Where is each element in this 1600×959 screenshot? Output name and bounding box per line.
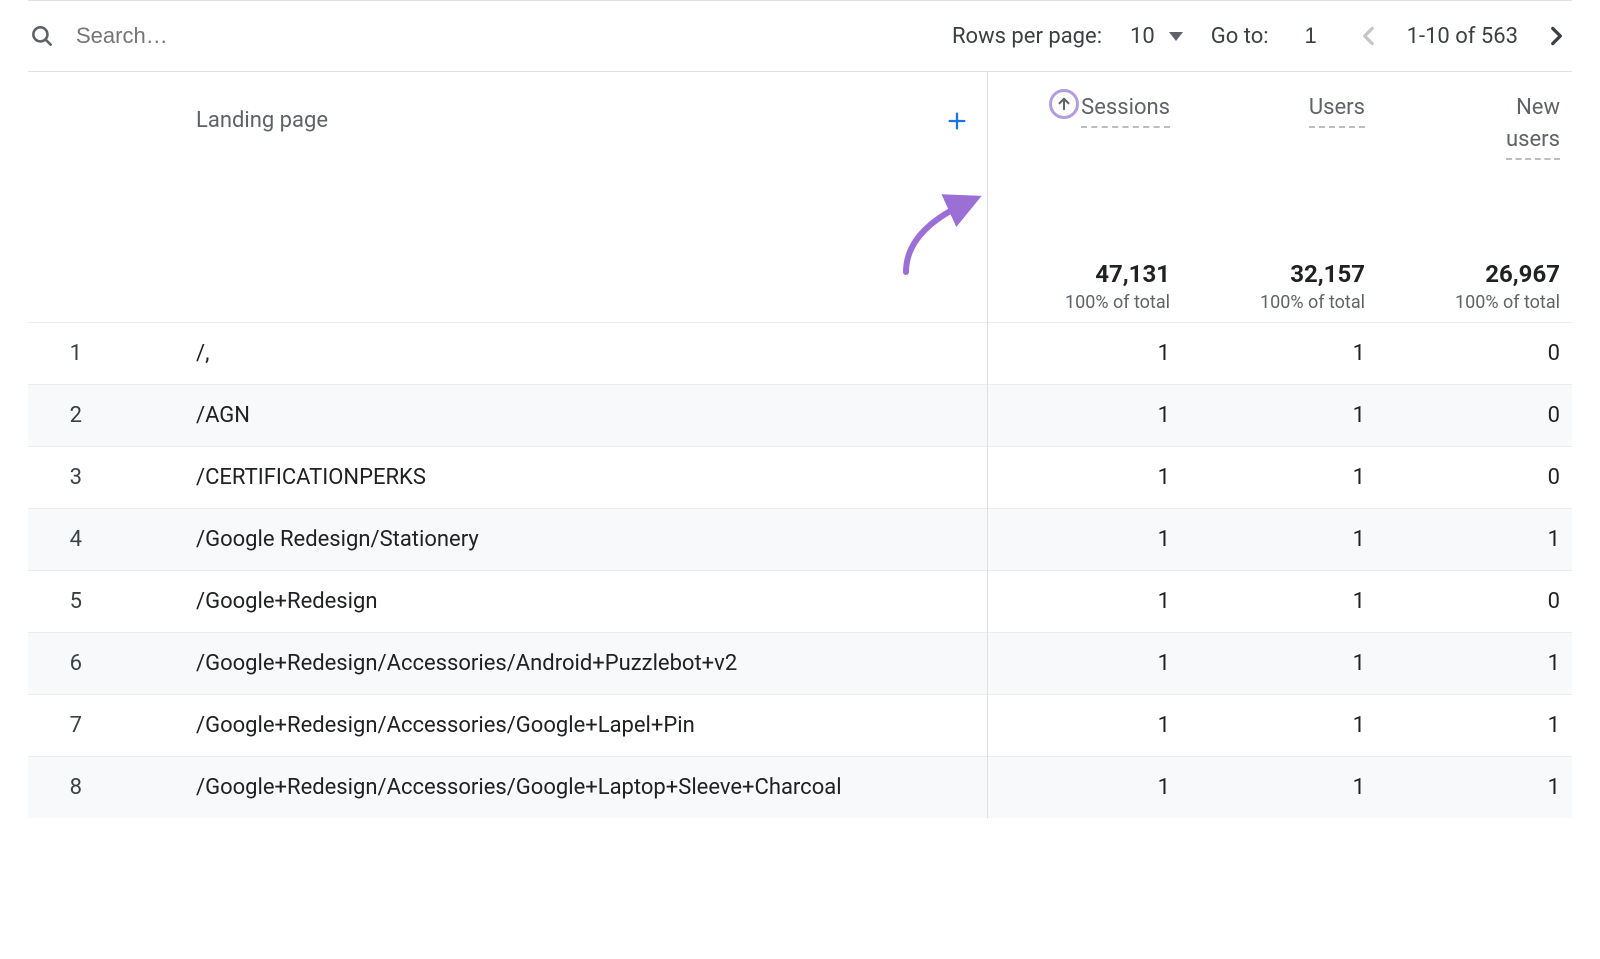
landing-page-path[interactable]: /AGN bbox=[106, 384, 987, 446]
landing-page-path[interactable]: /, bbox=[106, 322, 987, 384]
column-header-sessions[interactable]: Sessions bbox=[987, 72, 1182, 252]
add-dimension-button[interactable] bbox=[946, 105, 968, 140]
row-index: 8 bbox=[28, 756, 106, 818]
column-header-new-users[interactable]: New users bbox=[1377, 72, 1572, 252]
cell-sessions: 1 bbox=[987, 322, 1182, 384]
prev-page-button[interactable] bbox=[1353, 20, 1385, 52]
cell-users: 1 bbox=[1182, 446, 1377, 508]
landing-page-path[interactable]: /Google+Redesign/Accessories/Google+Lape… bbox=[106, 694, 987, 756]
next-page-button[interactable] bbox=[1540, 20, 1572, 52]
cell-new-users: 0 bbox=[1377, 384, 1572, 446]
cell-sessions: 1 bbox=[987, 384, 1182, 446]
total-users: 32,157 bbox=[1194, 260, 1365, 288]
cell-sessions: 1 bbox=[987, 694, 1182, 756]
row-index: 6 bbox=[28, 632, 106, 694]
rows-per-page-select[interactable]: 10 bbox=[1124, 20, 1189, 53]
page-range-label: 1-10 of 563 bbox=[1407, 24, 1518, 49]
cell-users: 1 bbox=[1182, 384, 1377, 446]
row-index: 4 bbox=[28, 508, 106, 570]
cell-new-users: 0 bbox=[1377, 322, 1572, 384]
cell-users: 1 bbox=[1182, 694, 1377, 756]
table-row[interactable]: 2/AGN110 bbox=[28, 384, 1572, 446]
cell-users: 1 bbox=[1182, 756, 1377, 818]
column-header-new-users-label: New users bbox=[1506, 92, 1560, 160]
cell-new-users: 1 bbox=[1377, 756, 1572, 818]
row-index: 7 bbox=[28, 694, 106, 756]
landing-page-path[interactable]: /Google+Redesign bbox=[106, 570, 987, 632]
row-index: 1 bbox=[28, 322, 106, 384]
goto-label: Go to: bbox=[1211, 24, 1269, 49]
table-row[interactable]: 1/,110 bbox=[28, 322, 1572, 384]
cell-new-users: 1 bbox=[1377, 694, 1572, 756]
cell-sessions: 1 bbox=[987, 446, 1182, 508]
total-sessions: 47,131 bbox=[1000, 260, 1171, 288]
goto-input[interactable] bbox=[1291, 22, 1331, 50]
table-header-row: Landing page Sessions bbox=[28, 72, 1572, 252]
rows-per-page-label: Rows per page: bbox=[952, 24, 1102, 49]
table-row[interactable]: 7/Google+Redesign/Accessories/Google+Lap… bbox=[28, 694, 1572, 756]
cell-users: 1 bbox=[1182, 570, 1377, 632]
cell-users: 1 bbox=[1182, 322, 1377, 384]
table-row[interactable]: 8/Google+Redesign/Accessories/Google+Lap… bbox=[28, 756, 1572, 818]
cell-new-users: 1 bbox=[1377, 508, 1572, 570]
cell-sessions: 1 bbox=[987, 508, 1182, 570]
row-index: 2 bbox=[28, 384, 106, 446]
cell-new-users: 0 bbox=[1377, 446, 1572, 508]
dimension-header[interactable]: Landing page bbox=[106, 72, 927, 252]
table-toolbar: Rows per page: 10 Go to: 1-10 of 563 bbox=[28, 0, 1572, 72]
rows-per-page-value: 10 bbox=[1130, 24, 1155, 49]
row-index: 3 bbox=[28, 446, 106, 508]
cell-users: 1 bbox=[1182, 632, 1377, 694]
search-icon[interactable] bbox=[28, 22, 56, 50]
table-row[interactable]: 6/Google+Redesign/Accessories/Android+Pu… bbox=[28, 632, 1572, 694]
cell-new-users: 1 bbox=[1377, 632, 1572, 694]
cell-sessions: 1 bbox=[987, 632, 1182, 694]
cell-sessions: 1 bbox=[987, 756, 1182, 818]
cell-users: 1 bbox=[1182, 508, 1377, 570]
cell-new-users: 0 bbox=[1377, 570, 1572, 632]
landing-page-path[interactable]: /Google+Redesign/Accessories/Android+Puz… bbox=[106, 632, 987, 694]
landing-page-path[interactable]: /CERTIFICATIONPERKS bbox=[106, 446, 987, 508]
column-header-users[interactable]: Users bbox=[1182, 72, 1377, 252]
column-header-sessions-label: Sessions bbox=[1081, 92, 1170, 128]
totals-row: 47,131100% of total32,157100% of total26… bbox=[28, 252, 1572, 322]
landing-page-path[interactable]: /Google+Redesign/Accessories/Google+Lapt… bbox=[106, 756, 987, 818]
sort-ascending-icon bbox=[1049, 89, 1079, 119]
landing-page-path[interactable]: /Google Redesign/Stationery bbox=[106, 508, 987, 570]
table-row[interactable]: 4/Google Redesign/Stationery111 bbox=[28, 508, 1572, 570]
row-index: 5 bbox=[28, 570, 106, 632]
cell-sessions: 1 bbox=[987, 570, 1182, 632]
total-new-users: 26,967 bbox=[1389, 260, 1560, 288]
column-header-users-label: Users bbox=[1309, 92, 1365, 128]
dropdown-icon bbox=[1169, 32, 1183, 41]
landing-page-table: Landing page Sessions bbox=[28, 72, 1572, 818]
table-row[interactable]: 3/CERTIFICATIONPERKS110 bbox=[28, 446, 1572, 508]
search-input[interactable] bbox=[74, 22, 934, 50]
table-row[interactable]: 5/Google+Redesign110 bbox=[28, 570, 1572, 632]
